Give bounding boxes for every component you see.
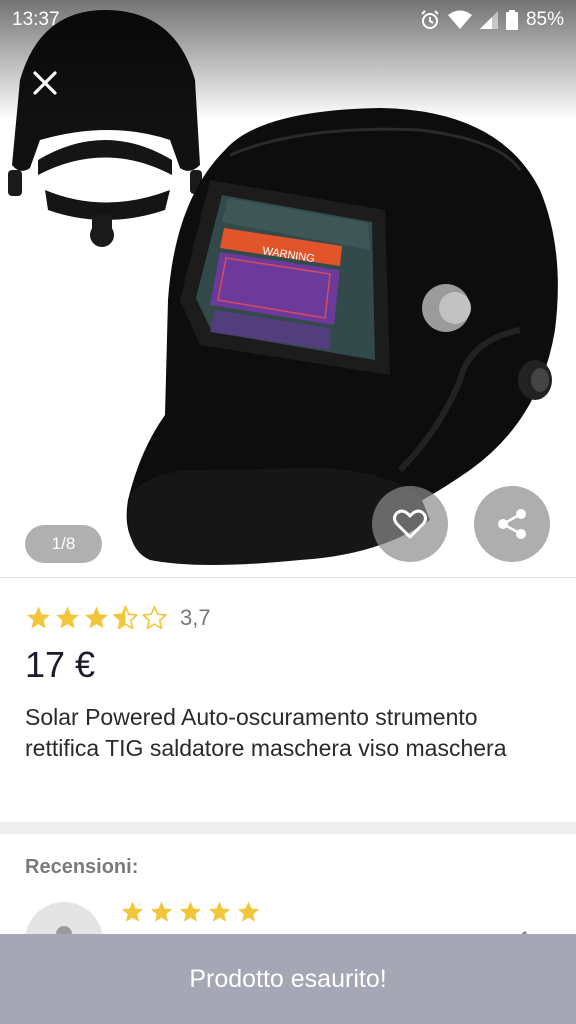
rating-row[interactable]: 3,7 <box>25 605 211 631</box>
wifi-icon <box>447 10 472 29</box>
star-full-icon <box>180 901 201 922</box>
share-button[interactable] <box>474 486 550 562</box>
star-full-icon <box>56 606 79 629</box>
product-title: Solar Powered Auto-oscuramento strumento… <box>25 704 507 761</box>
star-full-icon <box>151 901 172 922</box>
review-rating-stars <box>120 900 261 924</box>
product-price: 17 € <box>25 644 96 685</box>
status-time: 13:37 <box>12 9 60 30</box>
signal-icon <box>479 11 498 29</box>
star-half-icon <box>113 605 138 630</box>
star-full-icon <box>122 901 143 922</box>
page-indicator: 1/8 <box>25 525 102 563</box>
section-separator <box>0 822 576 834</box>
rating-stars <box>25 605 168 631</box>
product-image-gallery[interactable]: WARNING 1/8 <box>0 0 576 578</box>
share-icon <box>498 509 526 539</box>
product-info: 3,7 17 € Solar Powered Auto-oscuramento … <box>0 578 576 822</box>
star-full-icon <box>209 901 230 922</box>
heart-icon <box>393 509 427 539</box>
alarm-icon <box>421 10 439 29</box>
star-full-icon <box>85 606 108 629</box>
rating-value: 3,7 <box>180 605 211 630</box>
favorite-button[interactable] <box>372 486 448 562</box>
star-full-icon <box>27 606 50 629</box>
battery-icon <box>505 10 518 30</box>
status-bar: 13:37 85% <box>0 0 576 40</box>
star-empty-icon <box>142 605 167 630</box>
star-full-icon <box>238 901 259 922</box>
close-icon <box>33 71 57 95</box>
out-of-stock-label: Prodotto esaurito! <box>189 964 387 993</box>
battery-percentage: 85% <box>525 9 564 30</box>
out-of-stock-bar[interactable]: Prodotto esaurito! <box>0 934 576 1024</box>
reviews-heading: Recensioni: <box>25 856 139 878</box>
close-button[interactable] <box>24 62 66 104</box>
